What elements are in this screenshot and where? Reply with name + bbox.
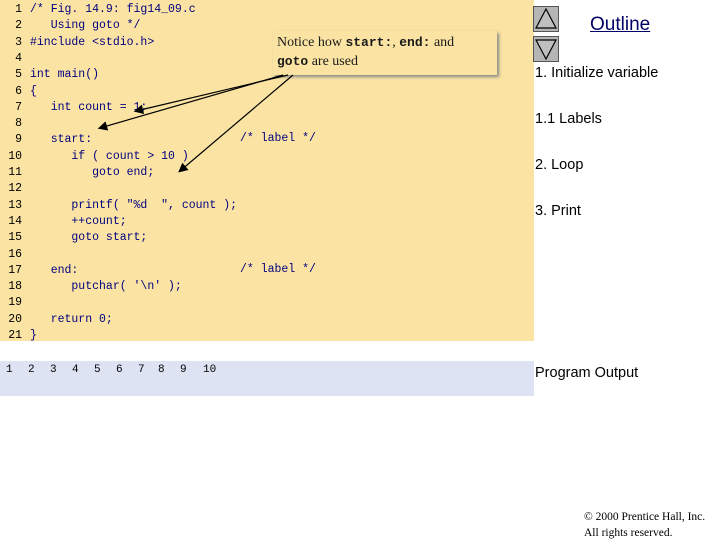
output-value: 1 [6,364,13,376]
output-value: 10 [203,364,217,376]
outline-item-initialize[interactable]: 1. Initialize variable [535,65,658,81]
code-line: 19 [0,295,30,311]
line-number: 17 [8,263,22,277]
code-text: putchar( '\n' ); [30,280,182,294]
output-value: 7 [138,364,145,376]
line-number: 21 [8,329,22,342]
outline-title[interactable]: Outline [590,14,650,36]
triangle-down-icon [535,39,557,61]
code-line: 17 end: [0,263,78,279]
label-comment-end: /* label */ [240,263,316,276]
next-slide-button[interactable] [533,36,559,62]
line-number: 20 [8,312,22,326]
output-value: 5 [94,364,101,376]
code-line: 15 goto start; [0,230,147,246]
code-line: 18 putchar( '\n' ); [0,279,182,295]
previous-slide-button[interactable] [533,6,559,32]
output-value: 9 [180,364,187,376]
code-text: return 0; [30,312,113,326]
code-line: 20 return 0; [0,312,113,328]
code-line: 16 [0,247,30,263]
line-number: 19 [8,296,22,310]
outline-item-loop[interactable]: 2. Loop [535,157,583,173]
line-number: 16 [8,247,22,261]
output-value: 8 [158,364,165,376]
copyright-line-2: All rights reserved. [584,527,673,539]
output-panel [0,361,534,396]
outline-item-print[interactable]: 3. Print [535,203,581,219]
code-text: ++count; [30,214,127,228]
code-line: 14 ++count; [0,214,127,230]
callout-arrows [97,74,294,173]
output-value: 3 [50,364,57,376]
line-number: 14 [8,214,22,228]
code-text: printf( "%d ", count ); [30,198,238,212]
copyright-notice: © 2000 Prentice Hall, Inc. All rights re… [584,509,718,541]
outline-item-program-output[interactable]: Program Output [535,365,638,381]
triangle-up-icon [535,7,557,29]
arrow-to-goto-end [178,74,294,173]
outline-item-labels[interactable]: 1.1 Labels [535,111,602,127]
arrow-to-count [133,74,289,115]
code-text: goto start; [30,231,148,245]
output-value: 2 [28,364,35,376]
code-line: 21} [0,328,37,344]
code-text: } [30,329,37,342]
line-number: 15 [8,231,22,245]
line-number: 18 [8,280,22,294]
code-text: end: [30,263,79,277]
output-value: 4 [72,364,79,376]
output-value: 6 [116,364,123,376]
copyright-line-1: © 2000 Prentice Hall, Inc. [584,511,706,523]
